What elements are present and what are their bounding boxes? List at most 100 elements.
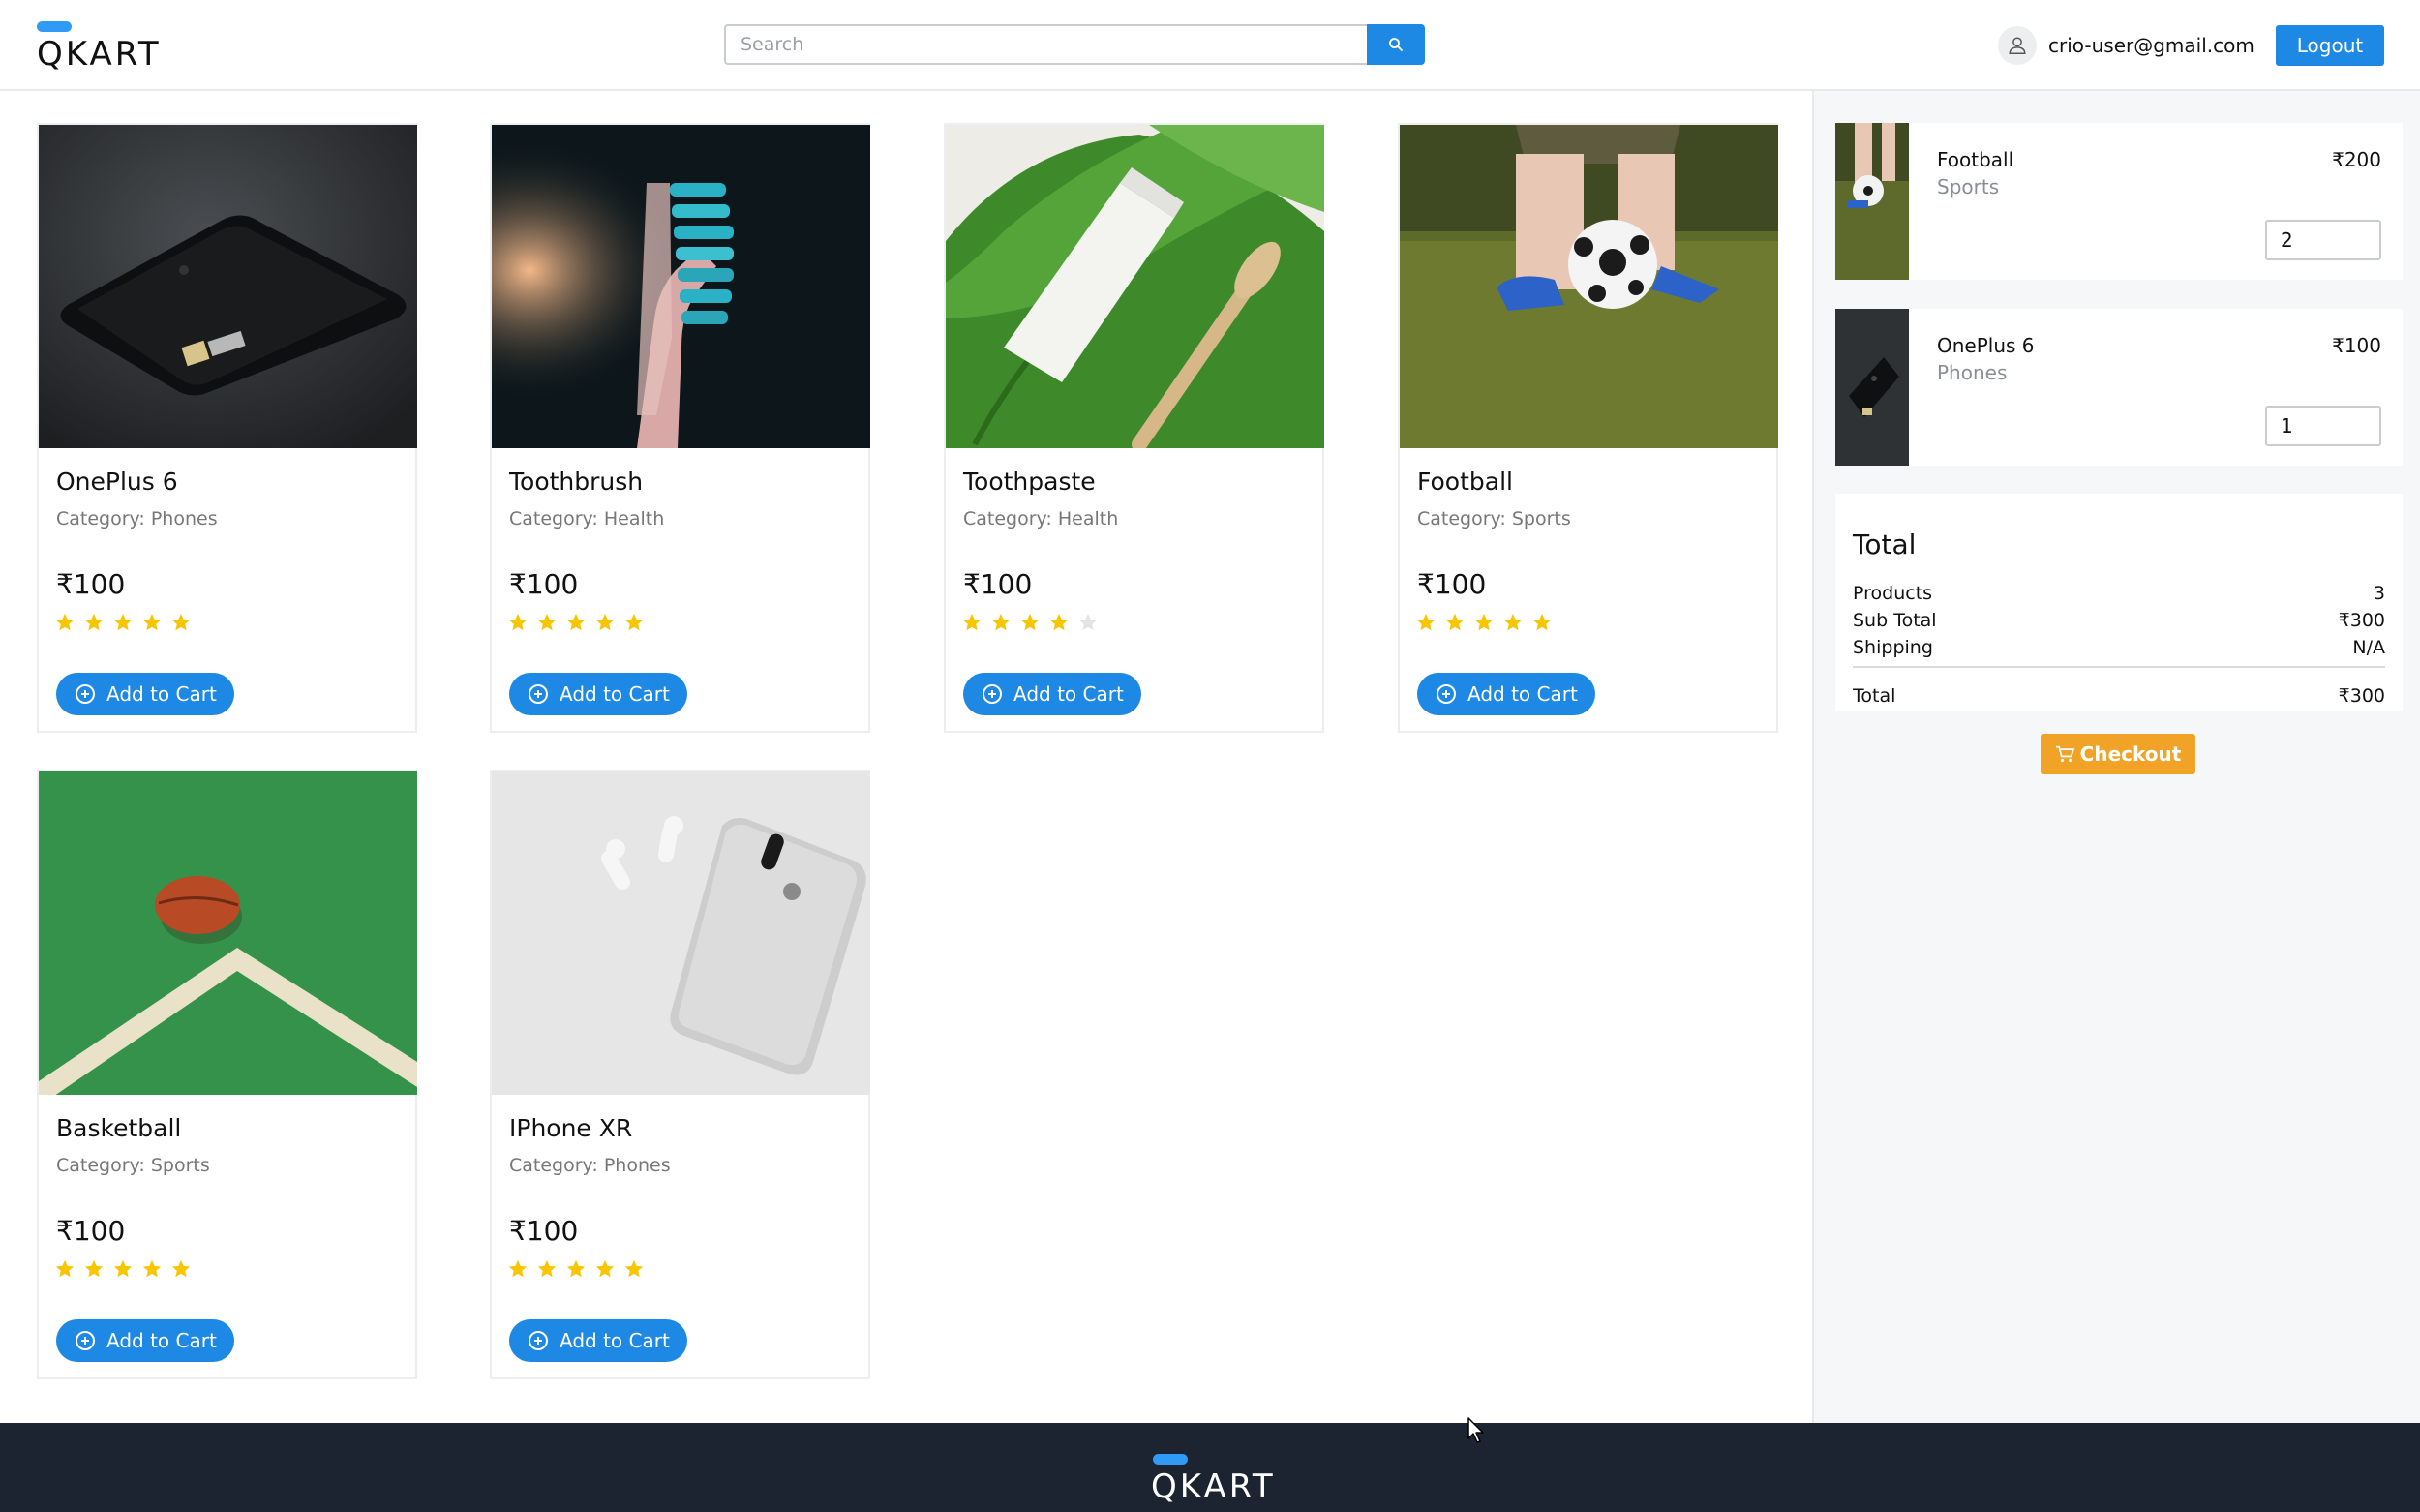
summary-title: Total	[1853, 529, 1917, 560]
quantity-input[interactable]	[2265, 406, 2381, 446]
add-to-cart-label: Add to Cart	[106, 682, 217, 706]
summary-shipping-row: Shipping N/A	[1853, 637, 2385, 658]
product-category: Category: Health	[509, 508, 665, 529]
summary-label: Shipping	[1853, 637, 1933, 658]
football-thumb-icon	[1835, 123, 1909, 280]
product-category: Category: Phones	[509, 1155, 671, 1176]
checkout-label: Checkout	[2079, 742, 2182, 766]
logo-bar-icon	[1153, 1454, 1188, 1465]
summary-label: Sub Total	[1853, 610, 1937, 631]
footer-logo-text: QKART	[1151, 1467, 1276, 1506]
star-filled-icon	[566, 613, 586, 631]
product-name: Football	[1417, 468, 1513, 496]
product-image[interactable]	[492, 771, 870, 1095]
rating-stars	[507, 1258, 652, 1280]
star-filled-icon	[624, 613, 644, 631]
cart-item: Football Sports ₹200	[1835, 123, 2403, 280]
product-image[interactable]	[946, 125, 1324, 448]
add-to-cart-button[interactable]: Add to Cart	[56, 1319, 234, 1362]
toothbrush-photo-icon	[492, 125, 870, 448]
add-to-cart-button[interactable]: Add to Cart	[509, 1319, 687, 1362]
summary-value: N/A	[2352, 637, 2385, 658]
product-card: Toothpaste Category: Health ₹100 Add to …	[944, 123, 1324, 733]
product-image[interactable]	[39, 771, 417, 1095]
logo-bar-icon	[37, 21, 72, 32]
add-circle-icon	[983, 684, 1002, 704]
cart-item-category: Phones	[1937, 361, 2008, 384]
rating-stars	[961, 612, 1106, 633]
product-name: Basketball	[56, 1114, 182, 1142]
avatar[interactable]	[1998, 26, 2037, 65]
product-image[interactable]	[492, 125, 870, 448]
add-circle-icon	[529, 1331, 548, 1350]
footer-logo[interactable]: QKART	[1151, 1454, 1277, 1506]
cart-item-price: ₹100	[2332, 334, 2381, 357]
qkart-logo[interactable]: QKART	[37, 21, 182, 74]
summary-label: Products	[1853, 583, 1933, 604]
product-price: ₹100	[509, 568, 579, 600]
cart-item-image	[1835, 309, 1909, 466]
quantity-input[interactable]	[2265, 220, 2381, 260]
iphone-photo-icon	[492, 771, 870, 1095]
summary-total-row: Total ₹300	[1853, 685, 2385, 707]
product-category: Category: Phones	[56, 508, 218, 529]
rating-stars	[507, 612, 652, 633]
football-photo-icon	[1400, 125, 1778, 448]
logo-text: QKART	[37, 35, 162, 74]
summary-label: Total	[1853, 685, 1896, 707]
rating-stars	[1415, 612, 1560, 633]
summary-value: 3	[2373, 583, 2385, 604]
add-to-cart-button[interactable]: Add to Cart	[509, 673, 687, 715]
product-price: ₹100	[963, 568, 1033, 600]
order-summary: Total Products 3 Sub Total ₹300 Shipping…	[1835, 494, 2403, 711]
product-category: Category: Health	[963, 508, 1119, 529]
product-card: IPhone XR Category: Phones ₹100 Add to C…	[490, 770, 870, 1379]
star-filled-icon	[566, 1259, 586, 1278]
mouse-cursor-icon	[1467, 1417, 1484, 1443]
search-button[interactable]	[1367, 24, 1425, 65]
product-image[interactable]	[39, 125, 417, 448]
star-filled-icon	[113, 1259, 133, 1278]
cart-item-name: Football	[1937, 148, 2014, 171]
summary-value: ₹300	[2338, 610, 2385, 631]
rating-stars	[54, 1258, 199, 1280]
user-email: crio-user@gmail.com	[2048, 34, 2254, 57]
star-filled-icon	[1049, 613, 1069, 631]
product-card: Toothbrush Category: Health ₹100 Add to …	[490, 123, 870, 733]
add-to-cart-label: Add to Cart	[106, 1329, 217, 1352]
add-to-cart-button[interactable]: Add to Cart	[1417, 673, 1595, 715]
star-filled-icon	[1503, 613, 1523, 631]
add-to-cart-button[interactable]: Add to Cart	[56, 673, 234, 715]
product-name: IPhone XR	[509, 1114, 633, 1142]
product-card: OnePlus 6 Category: Phones ₹100 Add to C…	[37, 123, 417, 733]
toothpaste-photo-icon	[946, 125, 1324, 448]
search-bar	[724, 24, 1425, 65]
star-filled-icon	[595, 1259, 615, 1278]
phone-thumb-icon	[1835, 309, 1909, 466]
product-image[interactable]	[1400, 125, 1778, 448]
add-circle-icon	[1437, 684, 1456, 704]
product-price: ₹100	[56, 1215, 126, 1247]
star-filled-icon	[113, 613, 133, 631]
star-filled-icon	[1474, 613, 1494, 631]
product-price: ₹100	[1417, 568, 1487, 600]
star-filled-icon	[171, 1259, 191, 1278]
search-input[interactable]	[724, 24, 1367, 65]
user-icon	[2009, 37, 2026, 54]
product-card: Football Category: Sports ₹100 Add to Ca…	[1398, 123, 1778, 733]
add-to-cart-button[interactable]: Add to Cart	[963, 673, 1141, 715]
product-card: Basketball Category: Sports ₹100 Add to …	[37, 770, 417, 1379]
logout-button[interactable]: Logout	[2276, 25, 2384, 66]
add-to-cart-label: Add to Cart	[1467, 682, 1578, 706]
star-empty-icon	[1078, 613, 1098, 631]
star-filled-icon	[1445, 613, 1465, 631]
footer: QKART	[0, 1423, 2420, 1512]
product-price: ₹100	[56, 568, 126, 600]
checkout-button[interactable]: Checkout	[2041, 734, 2195, 774]
header: QKART crio-user@gmail.com Logout	[0, 0, 2420, 91]
star-filled-icon	[84, 613, 104, 631]
summary-products-row: Products 3	[1853, 583, 2385, 604]
star-filled-icon	[537, 1259, 557, 1278]
add-circle-icon	[529, 684, 548, 704]
summary-subtotal-row: Sub Total ₹300	[1853, 610, 2385, 631]
